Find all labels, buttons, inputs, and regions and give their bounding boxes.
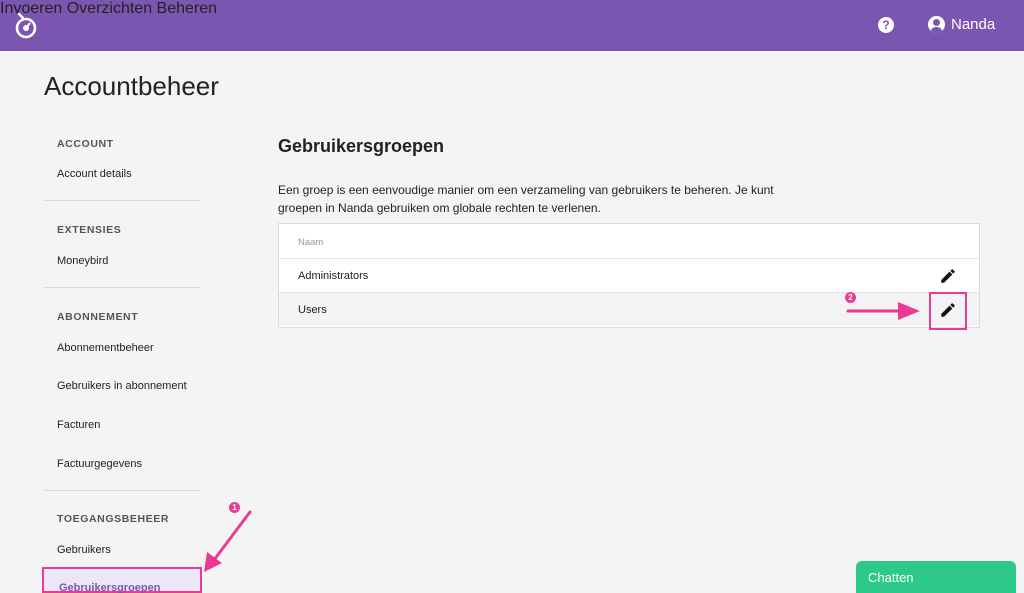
user-menu[interactable]: Nanda [928, 16, 995, 33]
group-name: Users [298, 304, 327, 316]
sidebar-item-gebruikers[interactable]: Gebruikers [57, 544, 111, 556]
user-circle-icon [928, 16, 945, 33]
sidebar-divider [44, 200, 200, 201]
sidebar-item-moneybird[interactable]: Moneybird [57, 255, 108, 267]
annotation-arrow-1 [204, 510, 252, 572]
top-navbar: Invoeren Overzichten Beheren ? Nanda [0, 0, 1024, 51]
sidebar-item-gebruikersgroepen[interactable]: Gebruikersgroepen [42, 567, 202, 593]
nav-beheren[interactable]: Beheren [157, 0, 218, 17]
sidebar-heading-extensies: EXTENSIES [57, 224, 122, 236]
chat-label: Chatten [868, 570, 914, 585]
sidebar-item-facturen[interactable]: Facturen [57, 419, 100, 431]
sidebar-divider [44, 287, 200, 288]
annotation-arrow-2 [846, 302, 920, 320]
section-description: Een groep is een eenvoudige manier om ee… [278, 183, 774, 215]
chat-button[interactable]: Chatten [856, 561, 1016, 593]
group-name: Administrators [298, 270, 369, 282]
stopwatch-icon[interactable] [14, 12, 38, 39]
sidebar-item-abonnementbeheer[interactable]: Abonnementbeheer [57, 342, 154, 354]
help-icon[interactable]: ? [878, 17, 894, 33]
sidebar-item-factuurgegevens[interactable]: Factuurgegevens [57, 458, 142, 470]
sidebar-item-gebruikers-in-abonnement[interactable]: Gebruikers in abonnement [57, 380, 187, 392]
nav-overzichten[interactable]: Overzichten [67, 0, 152, 17]
sidebar-heading-account: ACCOUNT [57, 138, 114, 150]
table-row[interactable]: Administrators [279, 258, 979, 292]
section-title: Gebruikersgroepen [278, 136, 445, 156]
sidebar-divider [44, 490, 200, 491]
column-header-naam: Naam [298, 237, 324, 248]
annotation-highlight-edit [929, 292, 967, 330]
page-title: Accountbeheer [44, 71, 219, 101]
user-name: Nanda [951, 16, 996, 33]
sidebar-heading-abonnement: ABONNEMENT [57, 311, 139, 323]
sidebar-item-account-details[interactable]: Account details [57, 168, 132, 180]
sidebar-heading-toegangsbeheer: TOEGANGSBEHEER [57, 513, 170, 525]
sidebar-item-label: Gebruikersgroepen [59, 582, 161, 593]
pencil-icon[interactable] [939, 267, 957, 285]
